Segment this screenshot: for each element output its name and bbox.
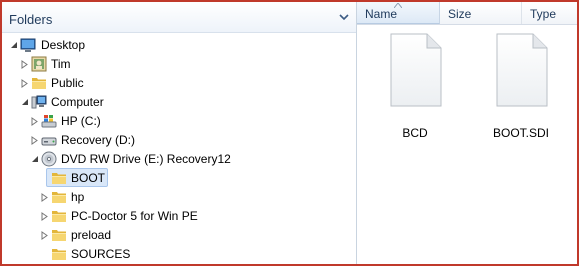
- tree-item-preload[interactable]: preload: [2, 226, 356, 245]
- blank-document-icon: [496, 33, 548, 107]
- collapsed-triangle-icon[interactable]: [21, 79, 29, 88]
- user-folder-icon: [31, 56, 47, 72]
- tree-item-label: Public: [51, 76, 84, 90]
- column-header-label: Size: [448, 7, 472, 21]
- expanded-triangle-icon[interactable]: [31, 155, 39, 164]
- dvd-drive-icon: [41, 151, 57, 167]
- tree-item-desktop[interactable]: Desktop: [2, 36, 356, 55]
- folders-title: Folders: [9, 12, 53, 27]
- collapsed-triangle-icon[interactable]: [41, 193, 49, 202]
- tree-item-sources[interactable]: SOURCES: [2, 245, 356, 264]
- tree-item-label: Desktop: [41, 38, 86, 52]
- tree-item-hp-c[interactable]: HP (C:): [2, 112, 356, 131]
- file-item-bcd[interactable]: BCD: [375, 32, 455, 152]
- tree-item-public[interactable]: Public: [2, 74, 356, 93]
- folders-pane: Folders Desktop Tim Public Computer HP (…: [2, 2, 357, 264]
- computer-icon: [31, 95, 47, 109]
- tree-item-recovery-d[interactable]: Recovery (D:): [2, 131, 356, 150]
- tree-item-label: DVD RW Drive (E:) Recovery12: [61, 152, 231, 166]
- folder-icon: [52, 173, 66, 184]
- tree-item-label: Computer: [51, 95, 104, 109]
- column-header-label: Name: [365, 7, 398, 21]
- explorer-window: Folders Desktop Tim Public Computer HP (…: [0, 0, 579, 266]
- expanded-triangle-icon[interactable]: [10, 41, 18, 50]
- folder-icon: [52, 249, 66, 260]
- collapsed-triangle-icon[interactable]: [21, 60, 29, 69]
- folder-icon: [52, 211, 66, 222]
- tree-item-boot[interactable]: BOOT: [2, 168, 356, 188]
- column-header-name[interactable]: Name: [357, 2, 440, 24]
- collapsed-triangle-icon[interactable]: [31, 117, 39, 126]
- tree-item-tim[interactable]: Tim: [2, 55, 356, 74]
- sort-ascending-icon: [394, 3, 402, 8]
- chevron-down-icon[interactable]: [339, 14, 349, 22]
- desktop-icon: [20, 38, 36, 52]
- folder-icon: [52, 192, 66, 203]
- tree-item-computer[interactable]: Computer: [2, 93, 356, 112]
- tree-item-label: SOURCES: [71, 247, 131, 261]
- tree-item-label: hp: [71, 190, 85, 204]
- expanded-triangle-icon[interactable]: [21, 98, 29, 107]
- folders-header[interactable]: Folders: [2, 2, 356, 33]
- file-list-pane: Name Size Type BCD BOOT.SDI: [357, 2, 577, 264]
- blank-document-icon: [390, 33, 442, 107]
- collapsed-triangle-icon[interactable]: [31, 136, 39, 145]
- tree-item-label: preload: [71, 228, 112, 242]
- tree-item-label: HP (C:): [61, 114, 101, 128]
- file-name: BOOT.SDI: [492, 126, 549, 140]
- hard-drive-icon: [41, 137, 57, 146]
- file-item-boot-sdi[interactable]: BOOT.SDI: [481, 32, 561, 152]
- tree-item-pc-doctor[interactable]: PC-Doctor 5 for Win PE: [2, 207, 356, 226]
- column-header-label: Type: [530, 7, 557, 21]
- tree-item-dvd-drive[interactable]: DVD RW Drive (E:) Recovery12: [2, 150, 356, 169]
- windows-drive-icon: [41, 115, 57, 128]
- collapsed-triangle-icon[interactable]: [41, 231, 49, 240]
- tree-item-label: Recovery (D:): [61, 133, 136, 147]
- collapsed-triangle-icon[interactable]: [41, 212, 49, 221]
- column-headers: Name Size Type: [357, 2, 577, 25]
- column-header-type[interactable]: Type: [522, 2, 577, 24]
- tree-item-label: BOOT: [71, 171, 106, 185]
- tree-item-hp[interactable]: hp: [2, 188, 356, 207]
- column-header-size[interactable]: Size: [440, 2, 522, 24]
- folder-icon: [32, 78, 46, 89]
- folder-icon: [52, 230, 66, 241]
- tree-item-label: PC-Doctor 5 for Win PE: [71, 209, 198, 223]
- file-name: BCD: [402, 126, 428, 140]
- tree-item-label: Tim: [51, 57, 71, 71]
